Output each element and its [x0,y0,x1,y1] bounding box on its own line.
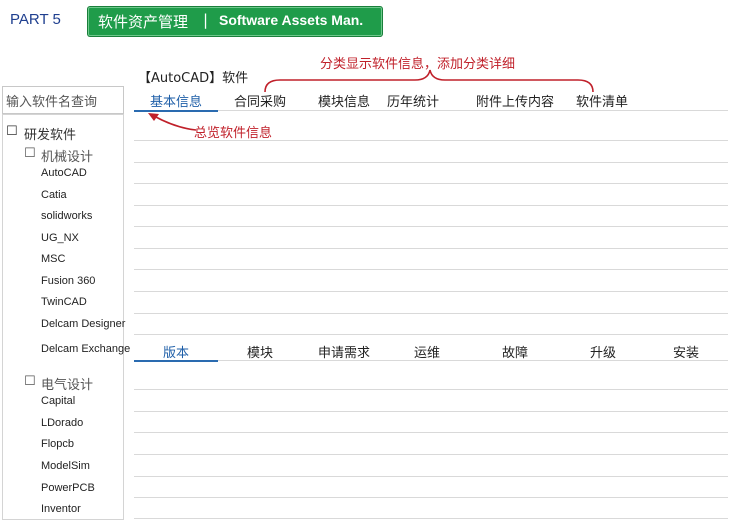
tree-item-delcam-exchange[interactable]: Delcam Exchange [41,343,130,355]
part-label: PART 5 [10,11,61,28]
tab-install[interactable]: 安装 [673,342,699,361]
tab-basic-info[interactable]: 基本信息 [150,91,202,110]
table-row [134,248,728,249]
tree-item-catia[interactable]: Catia [41,189,67,201]
tab-module-info[interactable]: 模块信息 [318,91,370,110]
banner-title-cn: 软件资产管理 [98,13,189,31]
table-row [134,497,728,498]
tree-root-label[interactable]: 研发软件 [24,124,76,143]
tree-item-solidworks[interactable]: solidworks [41,210,92,222]
table-row [134,518,728,519]
table-row [134,269,728,270]
table-row-divider [218,110,728,111]
tab-request[interactable]: 申请需求 [318,342,370,361]
table-row [134,162,728,163]
table-row [134,334,728,335]
tree-group-mech-checkbox[interactable]: ☐ [24,146,36,161]
table-row [134,432,728,433]
tab-software-list[interactable]: 软件清单 [576,91,628,110]
table-row [134,411,728,412]
table-row [134,389,728,390]
tree-group-elec-checkbox[interactable]: ☐ [24,374,36,389]
table-row [134,183,728,184]
tree-item-capital[interactable]: Capital [41,395,75,407]
banner-separator: | [203,11,209,29]
table-row [134,205,728,206]
tab-upgrade[interactable]: 升级 [590,342,616,361]
tab-contract-purchase[interactable]: 合同采购 [234,91,286,110]
tab-version[interactable]: 版本 [163,342,189,361]
tree-item-inventor[interactable]: Inventor [41,503,81,515]
tree-item-delcam-designer[interactable]: Delcam Designer [41,318,125,330]
tab-module[interactable]: 模块 [247,342,273,361]
annotation-overview-note: 总览软件信息 [194,126,273,141]
annotation-arrow [148,113,197,131]
tab-fault[interactable]: 故障 [502,342,528,361]
tree-item-flopcb[interactable]: Flopcb [41,438,74,450]
table-row [134,226,728,227]
table-row-divider [218,360,728,361]
table-row [134,313,728,314]
search-placeholder: 输入软件名查询 [6,95,98,110]
table-row [134,454,728,455]
software-title: 【AutoCAD】软件 [138,71,249,86]
tab-version-underline [134,360,218,362]
tree-item-msc[interactable]: MSC [41,253,65,265]
table-row [134,291,728,292]
tree-group-elec-label[interactable]: 电气设计 [41,374,93,393]
table-row [134,140,728,141]
tree-item-twincad[interactable]: TwinCAD [41,296,87,308]
tab-attachments[interactable]: 附件上传内容 [476,91,554,110]
banner-title-en: Software Assets Man. [219,12,364,28]
tree-root-checkbox[interactable]: ☐ [6,124,18,139]
tree-item-powerpcb[interactable]: PowerPCB [41,482,95,494]
tab-basic-info-underline [134,110,218,112]
tab-operations[interactable]: 运维 [414,342,440,361]
tree-item-fusion-360[interactable]: Fusion 360 [41,275,95,287]
table-row [134,476,728,477]
tab-yearly-stats[interactable]: 历年统计 [387,91,439,110]
tree-item-ug-nx[interactable]: UG_NX [41,232,79,244]
tree-item-ldorado[interactable]: LDorado [41,417,83,429]
tree-group-mech-label[interactable]: 机械设计 [41,146,93,165]
tree-item-autocad[interactable]: AutoCAD [41,167,87,179]
tree-item-modelsim[interactable]: ModelSim [41,460,90,472]
